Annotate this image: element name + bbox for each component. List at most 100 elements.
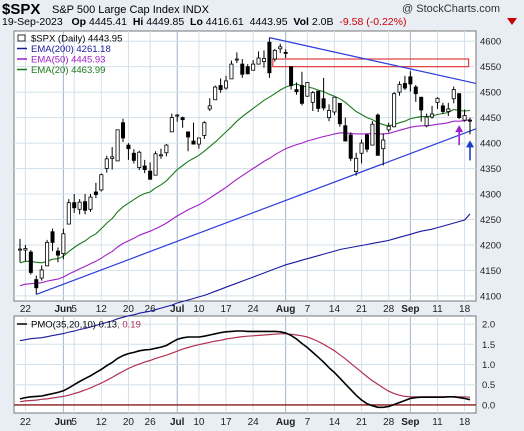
price-xtick-label: 20 [123, 304, 135, 315]
price-xtick-label: Aug [276, 304, 295, 315]
candle-body [451, 89, 456, 100]
candle-body [408, 76, 413, 85]
candle-body [28, 251, 33, 273]
candle-body [435, 97, 440, 103]
pmo-xtick-label: 5 [71, 417, 77, 428]
legend-label-ema50: EMA(50) 4445.93 [31, 55, 105, 66]
candle-body [153, 153, 158, 176]
pmo-ytick-label: 0.0 [482, 400, 495, 411]
candle-body [370, 123, 375, 146]
candle-body [424, 116, 429, 127]
candle-body [462, 115, 467, 121]
candle-body [77, 201, 82, 210]
candle-body [137, 151, 142, 168]
candle-body [327, 110, 332, 119]
price-xtick-label: Sep [401, 304, 419, 315]
candle-body [50, 231, 55, 243]
candle-body [381, 139, 386, 150]
candle-body [240, 63, 245, 75]
price-xtick-label: 18 [459, 304, 471, 315]
pmo-ytick-label: 1.0 [482, 360, 495, 371]
chart-frame: $SPX S&P 500 Large Cap Index INDX @ Stoc… [0, 0, 524, 431]
candle-body [392, 93, 397, 128]
candle-body [413, 86, 418, 95]
candle-body [61, 233, 66, 255]
pmo-xtick-label: 21 [356, 417, 368, 428]
candle-body [332, 96, 337, 113]
candle-body [191, 140, 196, 145]
candle-body [45, 242, 50, 267]
candle-body [39, 269, 44, 279]
price-xtick-label: 5 [71, 304, 77, 315]
pmo-xtick-label: 22 [20, 417, 32, 428]
pmo-ytick-label: 0.5 [482, 380, 495, 391]
candle-body [131, 152, 136, 161]
candle-body [278, 46, 283, 50]
price-xtick-label: 17 [220, 304, 232, 315]
pmo-xtick-label: 14 [329, 417, 341, 428]
price-xtick-label: Jun [54, 304, 72, 315]
candle-body [186, 131, 191, 138]
price-ytick-label: 4150 [480, 266, 501, 277]
price-xtick-label: Jul [170, 304, 185, 315]
candle-body [180, 117, 185, 121]
pmo-ytick-label: 1.5 [482, 340, 495, 351]
candle-body [397, 84, 402, 93]
candle-body [234, 58, 239, 61]
price-ytick-label: 4350 [480, 164, 501, 175]
candle-body [343, 125, 348, 142]
candle-body [93, 191, 98, 195]
candle-body [23, 248, 28, 251]
pmo-xtick-label: 28 [383, 417, 395, 428]
candle-body [310, 92, 315, 103]
candle-body [115, 129, 120, 162]
candle-body [207, 105, 212, 110]
candle-body [267, 41, 272, 74]
pmo-xtick-label: 11 [432, 417, 443, 428]
candle-body [457, 93, 462, 119]
candle-body [430, 113, 435, 118]
candle-body [272, 49, 277, 60]
price-ytick-label: 4450 [480, 113, 501, 124]
candle-body [359, 142, 364, 154]
pmo-xtick-label: 7 [305, 417, 311, 428]
candle-body [446, 108, 451, 112]
price-xtick-label: 28 [383, 304, 395, 315]
candle-body [202, 122, 207, 136]
chart-svg: 2222JunJun55121220202626JulJul1010171724… [13, 30, 501, 428]
pmo-xtick-label: 18 [459, 417, 471, 428]
candle-body [148, 170, 153, 180]
candle-body [104, 158, 109, 169]
candle-body [251, 63, 256, 71]
price-ytick-label: 4200 [480, 240, 501, 251]
candle-body [354, 157, 359, 173]
candle-body [34, 279, 39, 289]
price-ytick-label: 4250 [480, 215, 501, 226]
candle-body [289, 66, 294, 86]
candle-body [126, 144, 131, 150]
candle-body [261, 58, 266, 62]
pmo-xtick-label: Sep [401, 417, 419, 428]
candle-body [99, 174, 104, 191]
candle-body [305, 82, 310, 97]
candle-body [467, 119, 472, 122]
candle-body [337, 102, 342, 125]
candle-body [321, 98, 326, 109]
candle-body [224, 80, 229, 89]
candle-body [213, 86, 218, 101]
candle-body [196, 137, 201, 145]
pmo-xtick-label: Aug [276, 417, 295, 428]
candle-body [419, 96, 424, 111]
candle-body [17, 248, 22, 251]
candle-body [294, 89, 299, 93]
legend-label-price: $SPX (Daily) 4443.95 [31, 34, 122, 45]
candle-body [348, 134, 353, 159]
pmo-legend-label: PMO(35,20,10) 0.13, 0.19 [31, 320, 141, 331]
pmo-xtick-label: 12 [96, 417, 108, 428]
candle-body [164, 144, 169, 154]
price-xtick-label: 7 [305, 304, 311, 315]
candle-body [66, 202, 71, 225]
pmo-xtick-label: 10 [193, 417, 205, 428]
price-xtick-label: 24 [248, 304, 260, 315]
candle-body [55, 250, 60, 256]
